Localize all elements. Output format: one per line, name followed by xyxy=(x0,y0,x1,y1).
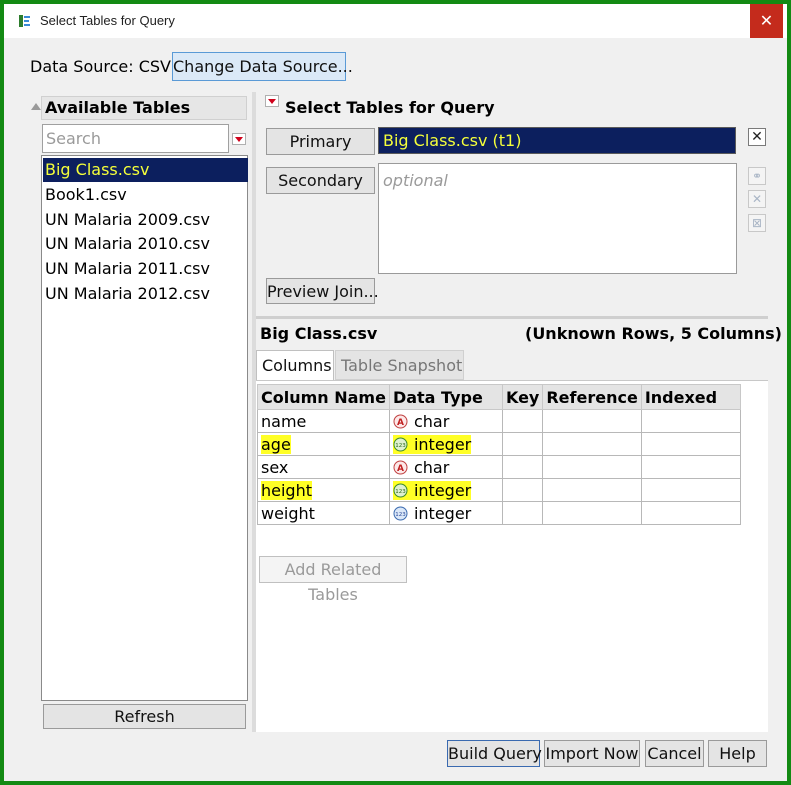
reference-cell xyxy=(542,501,642,525)
secondary-button[interactable]: Secondary xyxy=(266,167,375,194)
table-row[interactable]: name Achar xyxy=(257,409,741,433)
change-data-source-button[interactable]: Change Data Source... xyxy=(172,52,353,81)
column-header[interactable]: Data Type xyxy=(388,384,503,410)
integer-icon: 123 xyxy=(393,437,408,451)
cancel-button[interactable]: Cancel xyxy=(645,740,704,767)
refresh-button[interactable]: Refresh xyxy=(43,704,246,729)
join-icon[interactable]: ⚭ xyxy=(748,167,766,185)
select-tables-header: Select Tables for Query xyxy=(285,98,495,117)
preview-join-button[interactable]: Preview Join... xyxy=(266,278,379,304)
reference-cell xyxy=(542,478,642,502)
secondary-tables-field[interactable]: optional xyxy=(378,163,737,274)
column-header[interactable]: Reference xyxy=(542,384,642,410)
data-type-label: integer xyxy=(413,480,472,500)
key-cell xyxy=(501,432,544,456)
search-options-dropdown-icon[interactable] xyxy=(232,133,246,145)
table-row[interactable]: height 123 integer xyxy=(257,478,741,502)
list-item[interactable]: UN Malaria 2012.csv xyxy=(45,282,210,306)
svg-text:123: 123 xyxy=(395,489,406,495)
data-type-cell: 123 integer xyxy=(388,478,503,502)
available-tables-list: Big Class.csv Book1.csv UN Malaria 2009.… xyxy=(41,155,248,701)
indexed-cell xyxy=(640,409,741,433)
highlighted-name: age xyxy=(261,434,291,454)
list-item[interactable]: Big Class.csv xyxy=(43,158,248,182)
integer-icon: 123 xyxy=(393,506,408,520)
data-type-label: char xyxy=(413,457,450,477)
list-item[interactable]: UN Malaria 2010.csv xyxy=(45,232,210,256)
table-item-label: Big Class.csv xyxy=(45,160,150,179)
build-query-button[interactable]: Build Query xyxy=(447,740,542,767)
horizontal-splitter[interactable] xyxy=(256,316,768,319)
indexed-cell xyxy=(640,455,741,479)
column-name-cell: name xyxy=(257,409,390,433)
key-cell xyxy=(501,409,544,433)
remove-primary-icon[interactable]: ✕ xyxy=(748,128,766,146)
data-source-label: Data Source: CSV xyxy=(30,57,171,76)
close-window-button[interactable]: ✕ xyxy=(750,4,783,38)
data-type-label: integer xyxy=(413,434,472,454)
table-row[interactable]: age 123 integer xyxy=(257,432,741,456)
data-type-label: char xyxy=(413,411,450,431)
app-icon xyxy=(19,15,30,27)
key-cell xyxy=(501,455,544,479)
reference-cell xyxy=(542,455,642,479)
key-cell xyxy=(501,501,544,525)
data-type-label: integer xyxy=(413,503,472,523)
data-type-cell: Achar xyxy=(388,409,503,433)
table-name-label: Big Class.csv xyxy=(260,324,378,343)
column-name-cell: age xyxy=(257,432,390,456)
tab-columns[interactable]: Columns xyxy=(256,350,334,380)
table-header-row: Column Name Data Type Key Reference Inde… xyxy=(257,384,741,410)
add-related-tables-button[interactable]: Add Related Tables xyxy=(259,556,407,604)
svg-text:123: 123 xyxy=(395,512,406,518)
key-cell xyxy=(501,478,544,502)
remove-secondary-icon[interactable]: ✕ xyxy=(748,190,766,208)
column-name-cell: sex xyxy=(257,455,390,479)
char-icon: A xyxy=(393,460,408,474)
char-icon: A xyxy=(393,414,408,428)
column-name-cell: weight xyxy=(257,501,390,525)
integer-icon: 123 xyxy=(393,483,408,497)
primary-table-field[interactable]: Big Class.csv (t1) xyxy=(378,127,736,154)
svg-text:123: 123 xyxy=(395,443,406,449)
table-row[interactable]: sex Achar xyxy=(257,455,741,479)
reference-cell xyxy=(542,432,642,456)
title-bar: Select Tables for Query ✕ xyxy=(4,4,787,38)
svg-text:A: A xyxy=(397,464,404,474)
available-tables-header: Available Tables xyxy=(41,96,247,120)
list-item[interactable]: UN Malaria 2011.csv xyxy=(45,257,210,281)
data-type-cell: 123 integer xyxy=(388,501,503,525)
primary-button[interactable]: Primary xyxy=(266,128,375,155)
available-tables-title: Available Tables xyxy=(45,98,191,117)
reference-cell xyxy=(542,409,642,433)
list-item[interactable]: UN Malaria 2009.csv xyxy=(45,208,210,232)
table-row[interactable]: weight 123 integer xyxy=(257,501,741,525)
column-header[interactable]: Key xyxy=(501,384,544,410)
window-title: Select Tables for Query xyxy=(40,13,175,28)
column-header[interactable]: Column Name xyxy=(257,384,390,410)
help-button[interactable]: Help xyxy=(708,740,767,767)
data-type-cell: 123 integer xyxy=(388,432,503,456)
remove-all-icon[interactable]: ⊠ xyxy=(748,214,766,232)
column-header[interactable]: Indexed xyxy=(640,384,741,410)
import-now-button[interactable]: Import Now xyxy=(544,740,640,767)
indexed-cell xyxy=(640,432,741,456)
collapse-triangle-icon[interactable] xyxy=(31,103,41,110)
table-summary-label: (Unknown Rows, 5 Columns) xyxy=(525,324,782,343)
highlighted-type: 123 integer xyxy=(392,434,472,454)
indexed-cell xyxy=(640,478,741,502)
column-name-cell: height xyxy=(257,478,390,502)
tab-table-snapshot[interactable]: Table Snapshot xyxy=(335,350,464,380)
highlighted-type: 123 integer xyxy=(392,480,472,500)
list-item[interactable]: Book1.csv xyxy=(45,183,127,207)
secondary-placeholder: optional xyxy=(383,171,448,190)
data-type-cell: Achar xyxy=(388,455,503,479)
table-search-input[interactable] xyxy=(42,124,229,153)
primary-table-value: Big Class.csv (t1) xyxy=(383,131,522,150)
svg-text:A: A xyxy=(397,418,404,428)
highlighted-name: height xyxy=(261,480,312,500)
columns-table: Column Name Data Type Key Reference Inde… xyxy=(257,384,741,525)
query-options-dropdown-icon[interactable] xyxy=(265,95,279,107)
indexed-cell xyxy=(640,501,741,525)
